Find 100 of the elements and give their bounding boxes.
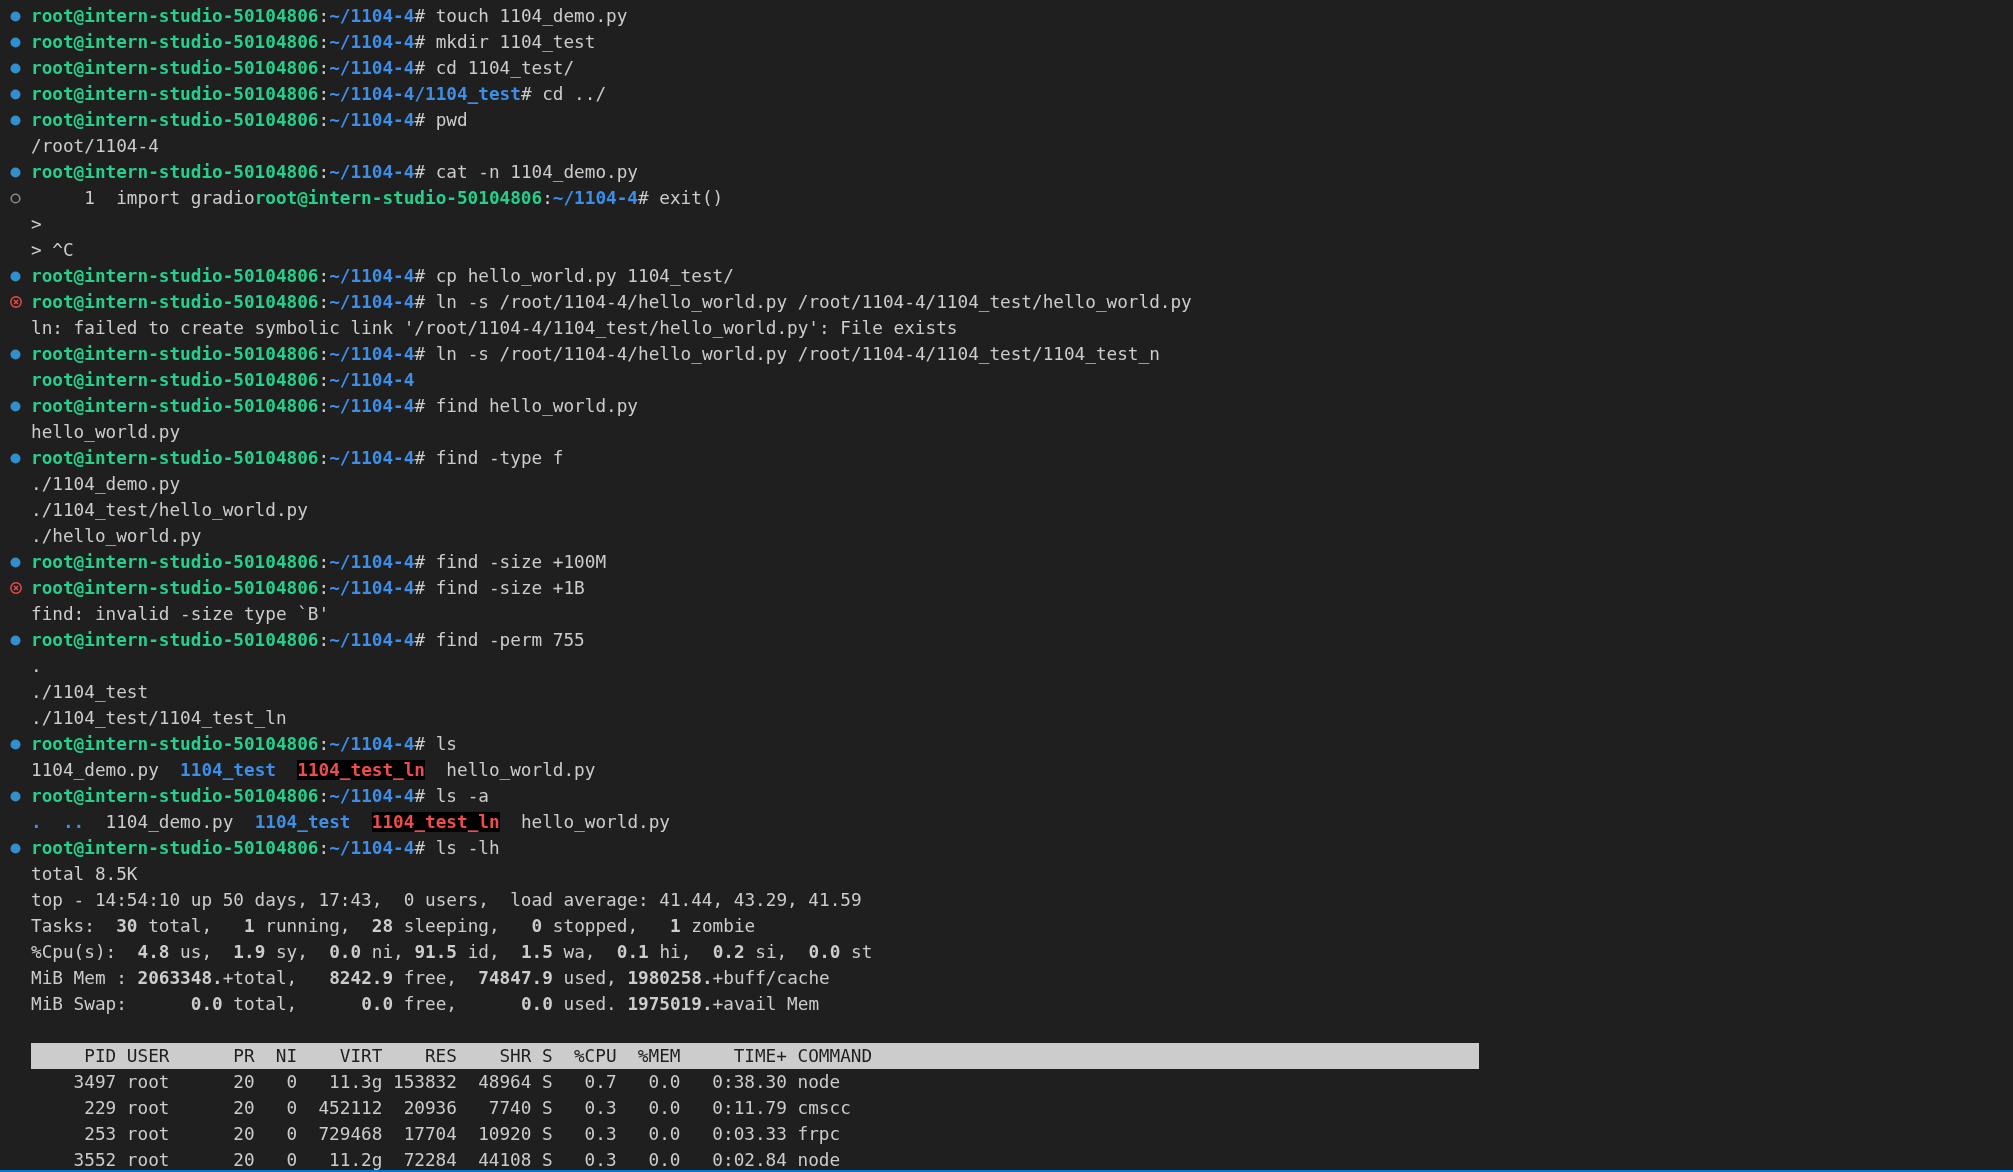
prompt-line: 1 import gradioroot@intern-studio-50104806:~/1104-4# exit() bbox=[83, 188, 724, 208]
symlink-name: 1104_test_ln bbox=[371, 812, 500, 832]
column-header: PR bbox=[232, 1046, 255, 1066]
output-line: ./1104_demo.py bbox=[31, 474, 181, 494]
file-name: hello_world.py bbox=[446, 760, 596, 780]
table-cell-text: 10920 bbox=[477, 1124, 532, 1144]
table-cell-text: 0.0 bbox=[647, 1072, 681, 1092]
table-cell-text: 7740 bbox=[487, 1098, 532, 1118]
column-header: TIME+ bbox=[732, 1046, 787, 1066]
table-cell-text: 0.3 bbox=[583, 1124, 617, 1144]
prompt-line: root@intern-studio-50104806:~/1104-4# ls bbox=[31, 734, 457, 754]
output-line: ./1104_test bbox=[31, 682, 149, 702]
prompt-line: root@intern-studio-50104806:~/1104-4# cat -n 1104_demo.py bbox=[31, 162, 638, 182]
column-header: USER bbox=[126, 1046, 171, 1066]
column-header: RES bbox=[423, 1046, 457, 1066]
table-cell-text: 0.3 bbox=[583, 1098, 617, 1118]
prompt-line: root@intern-studio-50104806:~/1104-4# mkdir 1104_test bbox=[31, 32, 596, 52]
output-line: find: invalid -size type `B' bbox=[31, 604, 330, 624]
prompt-line: root@intern-studio-50104806:~/1104-4# cd 1104_test/ bbox=[31, 58, 575, 78]
column-header: %CPU bbox=[572, 1046, 617, 1066]
table-cell: node bbox=[797, 1072, 841, 1092]
output-line: MiB Mem : 2063348.+total, 8242.9 free, 74847.9 used, 1980258.+buff/cache bbox=[31, 968, 830, 988]
output-line: > bbox=[31, 214, 42, 234]
output-line: %Cpu(s): 4.8 us, 1.9 sy, 0.0 ni, 91.5 id, 1.5 wa, 0.1 hi, 0.2 si, 0.0 st bbox=[31, 942, 873, 962]
prompt-line: root@intern-studio-50104806:~/1104-4# ln -s /root/1104-4/hello_world.py /root/1104-4/1104_test/1104_test_n bbox=[31, 344, 1160, 364]
table-cell-text: root bbox=[126, 1098, 171, 1118]
table-cell: S bbox=[542, 1150, 553, 1170]
table-cell-text: 0 bbox=[285, 1072, 298, 1092]
prompt-line: root@intern-studio-50104806:~/1104-4# find -size +100M bbox=[31, 552, 607, 572]
table-cell: node bbox=[797, 1150, 841, 1170]
table-cell-text: 0.3 bbox=[583, 1150, 617, 1170]
output-line: ./hello_world.py bbox=[31, 526, 202, 546]
output-line: ./1104_test/1104_test_ln bbox=[31, 708, 287, 728]
table-cell-text: 20 bbox=[232, 1124, 255, 1144]
table-cell-text: 0 bbox=[285, 1150, 298, 1170]
column-header: PID bbox=[83, 1046, 117, 1066]
table-cell-text: 20 bbox=[232, 1098, 255, 1118]
table-cell-text: root bbox=[126, 1124, 171, 1144]
table-cell-text: root bbox=[126, 1072, 171, 1092]
directory-name: 1104_test bbox=[254, 812, 351, 832]
output-line: ln: failed to create symbolic link '/root/1104-4/1104_test/hello_world.py': File exists bbox=[31, 318, 958, 338]
prompt-line: root@intern-studio-50104806:~/1104-4 bbox=[31, 370, 415, 390]
table-cell-text: 0:11.79 bbox=[711, 1098, 787, 1118]
table-cell: S bbox=[542, 1072, 553, 1092]
table-cell-text: 253 bbox=[83, 1124, 117, 1144]
prompt-line: root@intern-studio-50104806:~/1104-4# find -type f bbox=[31, 448, 564, 468]
table-cell-text: 44108 bbox=[477, 1150, 532, 1170]
table-cell-text: 0 bbox=[285, 1098, 298, 1118]
output-line: > ^C bbox=[31, 240, 74, 260]
prompt-line: root@intern-studio-50104806:~/1104-4# pwd bbox=[31, 110, 468, 130]
column-header: NI bbox=[274, 1046, 298, 1066]
table-cell-text: root bbox=[126, 1150, 171, 1170]
column-header: %MEM bbox=[636, 1046, 681, 1066]
table-cell: frpc bbox=[797, 1124, 841, 1144]
output-line: hello_world.py bbox=[31, 422, 181, 442]
output-line: total 8.5K bbox=[31, 864, 138, 884]
output-line: top - 14:54:10 up 50 days, 17:43, 0 users, load average: 41.44, 43.29, 41.59 bbox=[31, 890, 862, 910]
file-name: hello_world.py bbox=[520, 812, 670, 832]
table-cell: 153832 bbox=[393, 1072, 457, 1092]
table-cell-text: 11.3g bbox=[328, 1072, 383, 1092]
output-line: ./1104_test/hello_world.py bbox=[31, 500, 308, 520]
table-cell-text: 0.0 bbox=[647, 1124, 681, 1144]
prompt-line: root@intern-studio-50104806:~/1104-4# find hello_world.py bbox=[31, 396, 638, 416]
prompt-line: root@intern-studio-50104806:~/1104-4/1104_test# cd ../ bbox=[31, 84, 607, 104]
table-cell-text: 729468 bbox=[317, 1124, 383, 1144]
file-name: 1104_demo.py bbox=[31, 760, 159, 780]
prompt-line: root@intern-studio-50104806:~/1104-4# ls -a bbox=[31, 786, 489, 806]
table-cell-text: 72284 bbox=[402, 1150, 457, 1170]
column-header: COMMAND bbox=[797, 1046, 873, 1066]
table-cell-text: 11.2g bbox=[328, 1150, 383, 1170]
table-cell-text: 3552 bbox=[72, 1150, 117, 1170]
prompt-line: root@intern-studio-50104806:~/1104-4# find -perm 755 bbox=[31, 630, 585, 650]
prompt-line: root@intern-studio-50104806:~/1104-4# find -size +1B bbox=[31, 578, 585, 598]
table-cell-text: 48964 bbox=[477, 1072, 532, 1092]
table-cell-text: 17704 bbox=[402, 1124, 457, 1144]
table-cell-text: 0 bbox=[285, 1124, 298, 1144]
output-line: Tasks: 30 total, 1 running, 28 sleeping, 0 stopped, 1 zombie bbox=[31, 916, 756, 936]
table-cell-text: 0.0 bbox=[647, 1150, 681, 1170]
directory-name: . bbox=[31, 812, 42, 832]
symlink-name: 1104_test_ln bbox=[297, 760, 426, 780]
table-cell-text: 0:03.33 bbox=[711, 1124, 787, 1144]
table-cell: S bbox=[542, 1124, 553, 1144]
table-cell-text: 452112 bbox=[317, 1098, 383, 1118]
directory-name: 1104_test bbox=[180, 760, 276, 780]
table-cell-text: 20 bbox=[232, 1150, 255, 1170]
table-cell-text: 0.7 bbox=[583, 1072, 617, 1092]
file-name: 1104_demo.py bbox=[105, 812, 234, 832]
table-cell: cmscc bbox=[797, 1098, 851, 1118]
table-cell-text: 20 bbox=[232, 1072, 255, 1092]
table-cell-text: 3497 bbox=[72, 1072, 117, 1092]
column-header: SHR bbox=[498, 1046, 532, 1066]
output-line: MiB Swap: 0.0 total, 0.0 free, 0.0 used. 1975019.+avail Mem bbox=[31, 994, 820, 1014]
prompt-line: root@intern-studio-50104806:~/1104-4# ls -lh bbox=[31, 838, 500, 858]
table-cell-text: 0:38.30 bbox=[711, 1072, 787, 1092]
table-cell-text: 20936 bbox=[402, 1098, 457, 1118]
prompt-line: root@intern-studio-50104806:~/1104-4# cp hello_world.py 1104_test/ bbox=[31, 266, 734, 286]
output-line: . bbox=[31, 656, 42, 676]
table-cell-text: 0.0 bbox=[647, 1098, 681, 1118]
directory-name: .. bbox=[62, 812, 85, 832]
output-line: /root/1104-4 bbox=[31, 136, 159, 156]
